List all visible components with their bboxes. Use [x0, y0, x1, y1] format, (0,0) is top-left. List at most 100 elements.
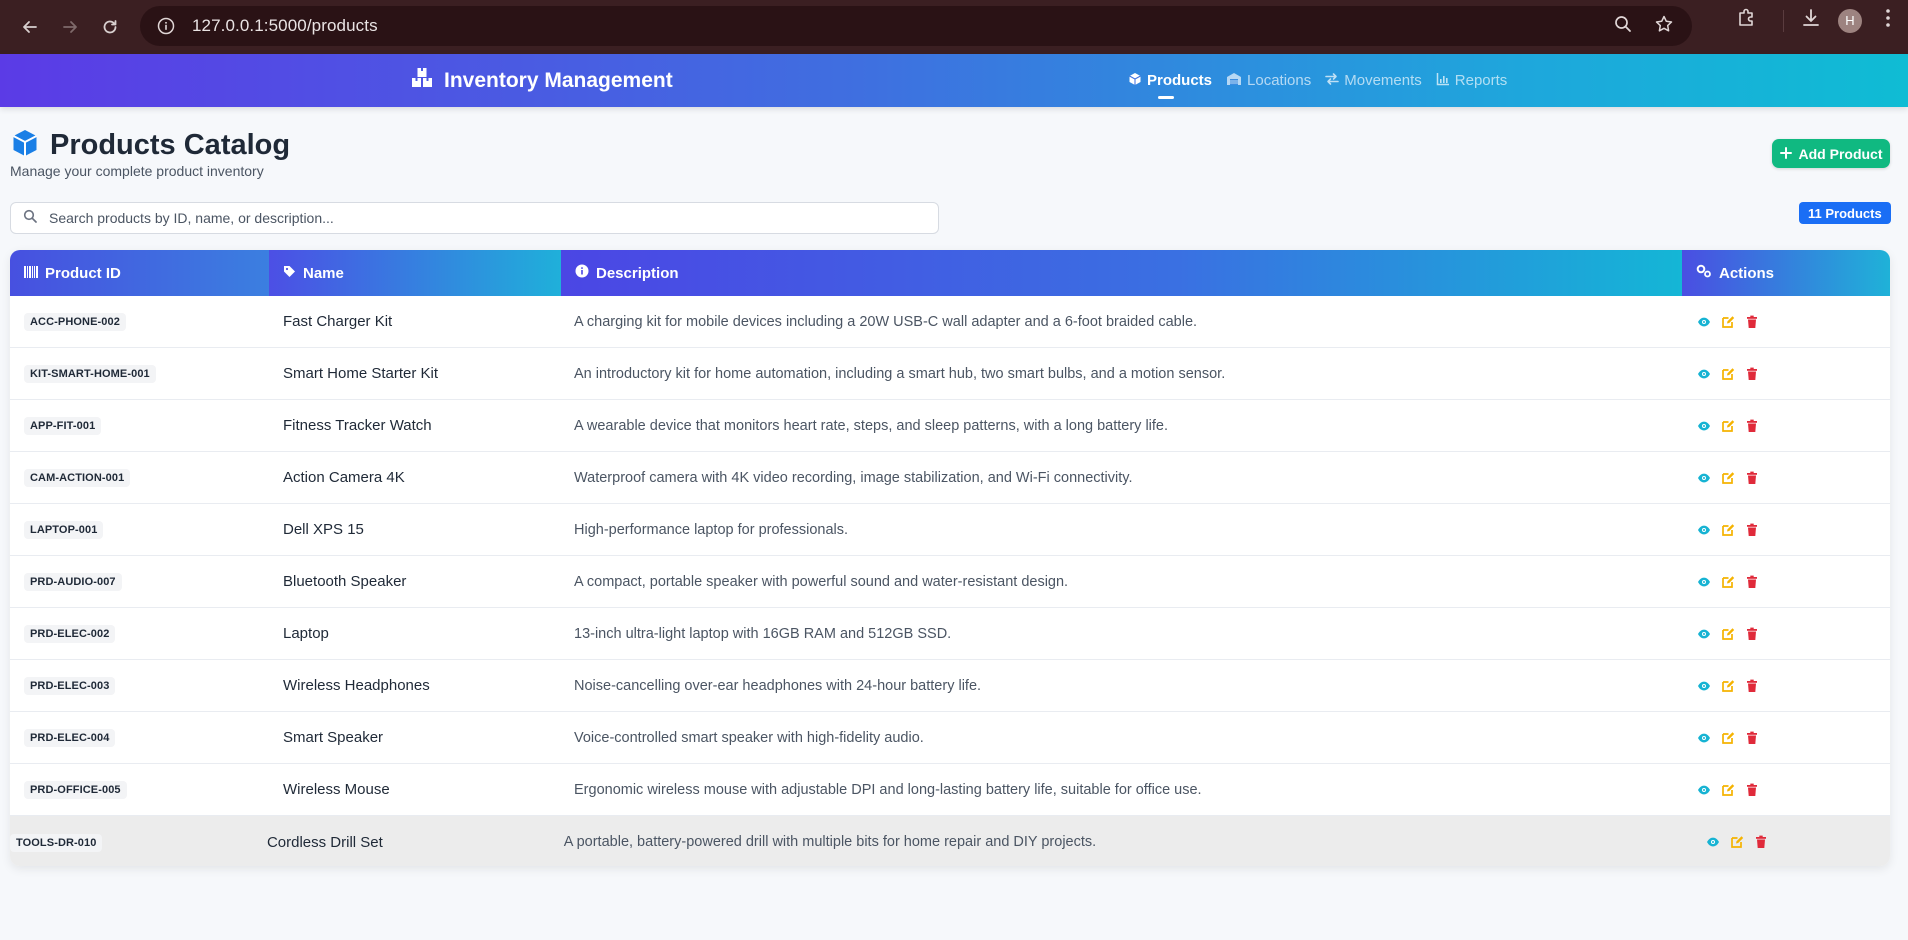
product-description-cell: A portable, battery-powered drill with m… — [563, 834, 1097, 850]
reload-button[interactable] — [90, 7, 130, 47]
brand-title: Inventory Management — [444, 68, 673, 92]
edit-icon[interactable] — [1720, 522, 1736, 538]
edit-icon[interactable] — [1720, 418, 1736, 434]
view-icon[interactable] — [1696, 782, 1712, 798]
delete-icon[interactable] — [1744, 782, 1760, 798]
nav-locations[interactable]: Locations — [1226, 54, 1311, 107]
view-icon[interactable] — [1696, 730, 1712, 746]
product-id-cell: TOOLS-DR-010 — [10, 833, 255, 852]
page-title: Products Catalog — [50, 129, 291, 161]
edit-icon[interactable] — [1720, 782, 1736, 798]
search-box[interactable] — [10, 202, 939, 234]
cogs-icon — [1696, 264, 1712, 282]
nav-reports[interactable]: Reports — [1436, 54, 1508, 107]
delete-icon[interactable] — [1744, 574, 1760, 590]
delete-icon[interactable] — [1744, 418, 1760, 434]
address-bar[interactable]: 127.0.0.1:5000/products — [140, 6, 1692, 46]
product-name-cell: Smart Home Starter Kit — [283, 365, 439, 382]
nav-movements[interactable]: Movements — [1325, 54, 1422, 107]
col-product-id: Product ID — [10, 250, 269, 296]
product-id-cell: KIT-SMART-HOME-001 — [10, 364, 269, 383]
nav-reports-label: Reports — [1454, 72, 1508, 89]
product-id-cell: LAPTOP-001 — [10, 520, 269, 539]
row-actions — [1682, 522, 1890, 538]
edit-icon[interactable] — [1720, 626, 1736, 642]
row-actions — [1682, 314, 1890, 330]
col-description-label: Description — [596, 264, 679, 282]
toolbar-divider — [1783, 9, 1784, 32]
barcode-icon — [24, 265, 38, 282]
edit-icon[interactable] — [1720, 366, 1736, 382]
forward-button[interactable] — [50, 7, 90, 47]
view-icon[interactable] — [1696, 626, 1712, 642]
product-id-cell: PRD-OFFICE-005 — [10, 780, 269, 799]
edit-icon[interactable] — [1720, 678, 1736, 694]
products-table: Product ID Name Description Actions ACC-… — [10, 250, 1890, 866]
product-id-badge: APP-FIT-001 — [24, 417, 102, 435]
page-subtitle: Manage your complete product inventory — [10, 163, 264, 179]
extensions-icon[interactable] — [1735, 7, 1757, 34]
row-actions — [1682, 418, 1890, 434]
edit-icon[interactable] — [1729, 834, 1745, 850]
col-description: Description — [561, 250, 1682, 296]
product-description-cell: 13-inch ultra-light laptop with 16GB RAM… — [574, 625, 952, 642]
more-menu-icon[interactable] — [1878, 7, 1898, 34]
product-description-cell: A charging kit for mobile devices includ… — [574, 313, 1198, 330]
view-icon[interactable] — [1696, 470, 1712, 486]
edit-icon[interactable] — [1720, 314, 1736, 330]
edit-icon[interactable] — [1720, 574, 1736, 590]
table-row: LAPTOP-001 Dell XPS 15 High-performance … — [10, 504, 1890, 556]
site-info-icon[interactable] — [154, 14, 178, 38]
download-icon[interactable] — [1800, 7, 1822, 34]
view-icon[interactable] — [1696, 522, 1712, 538]
view-icon[interactable] — [1696, 574, 1712, 590]
edit-icon[interactable] — [1720, 730, 1736, 746]
page-heading: Products Catalog — [10, 128, 290, 163]
product-description-cell: An introductory kit for home automation,… — [574, 365, 1226, 382]
arrow-right-icon — [63, 21, 77, 33]
col-product-id-label: Product ID — [45, 264, 121, 282]
product-description-cell: Waterproof camera with 4K video recordin… — [574, 469, 1133, 486]
delete-icon[interactable] — [1744, 678, 1760, 694]
delete-icon[interactable] — [1744, 314, 1760, 330]
zoom-icon[interactable] — [1614, 15, 1632, 38]
chart-icon — [1436, 72, 1450, 90]
product-description-cell: A compact, portable speaker with powerfu… — [574, 573, 1069, 590]
col-actions: Actions — [1682, 250, 1890, 296]
edit-icon[interactable] — [1720, 470, 1736, 486]
table-row: PRD-OFFICE-005 Wireless Mouse Ergonomic … — [10, 764, 1890, 816]
profile-avatar[interactable]: H — [1838, 8, 1862, 33]
product-count-badge: 11 Products — [1799, 202, 1891, 224]
product-id-cell: PRD-ELEC-004 — [10, 728, 269, 747]
main-nav: Products Locations Movements Reports — [1128, 54, 1507, 107]
product-id-cell: PRD-AUDIO-007 — [10, 572, 269, 591]
row-actions — [1682, 626, 1890, 642]
search-input[interactable] — [49, 210, 909, 226]
table-row: ACC-PHONE-002 Fast Charger Kit A chargin… — [10, 296, 1890, 348]
view-icon[interactable] — [1696, 418, 1712, 434]
delete-icon[interactable] — [1744, 522, 1760, 538]
delete-icon[interactable] — [1744, 730, 1760, 746]
product-name-cell: Cordless Drill Set — [266, 833, 383, 851]
exchange-icon — [1325, 72, 1340, 90]
back-button[interactable] — [10, 7, 50, 47]
view-icon[interactable] — [1705, 834, 1721, 850]
row-actions — [1683, 834, 1890, 850]
product-name-cell: Smart Speaker — [283, 729, 384, 746]
nav-products[interactable]: Products — [1128, 54, 1212, 107]
view-icon[interactable] — [1696, 366, 1712, 382]
url-text: 127.0.0.1:5000/products — [192, 16, 378, 35]
delete-icon[interactable] — [1744, 626, 1760, 642]
add-product-button[interactable]: Add Product — [1772, 139, 1890, 168]
view-icon[interactable] — [1696, 678, 1712, 694]
info-circle-icon — [575, 264, 589, 282]
bookmark-star-icon[interactable] — [1654, 14, 1674, 39]
product-description-cell: High-performance laptop for professional… — [574, 521, 849, 538]
brand[interactable]: Inventory Management — [410, 66, 673, 95]
delete-icon[interactable] — [1753, 834, 1769, 850]
delete-icon[interactable] — [1744, 366, 1760, 382]
col-actions-label: Actions — [1719, 264, 1775, 282]
delete-icon[interactable] — [1744, 470, 1760, 486]
view-icon[interactable] — [1696, 314, 1712, 330]
product-id-badge: CAM-ACTION-001 — [24, 469, 131, 487]
